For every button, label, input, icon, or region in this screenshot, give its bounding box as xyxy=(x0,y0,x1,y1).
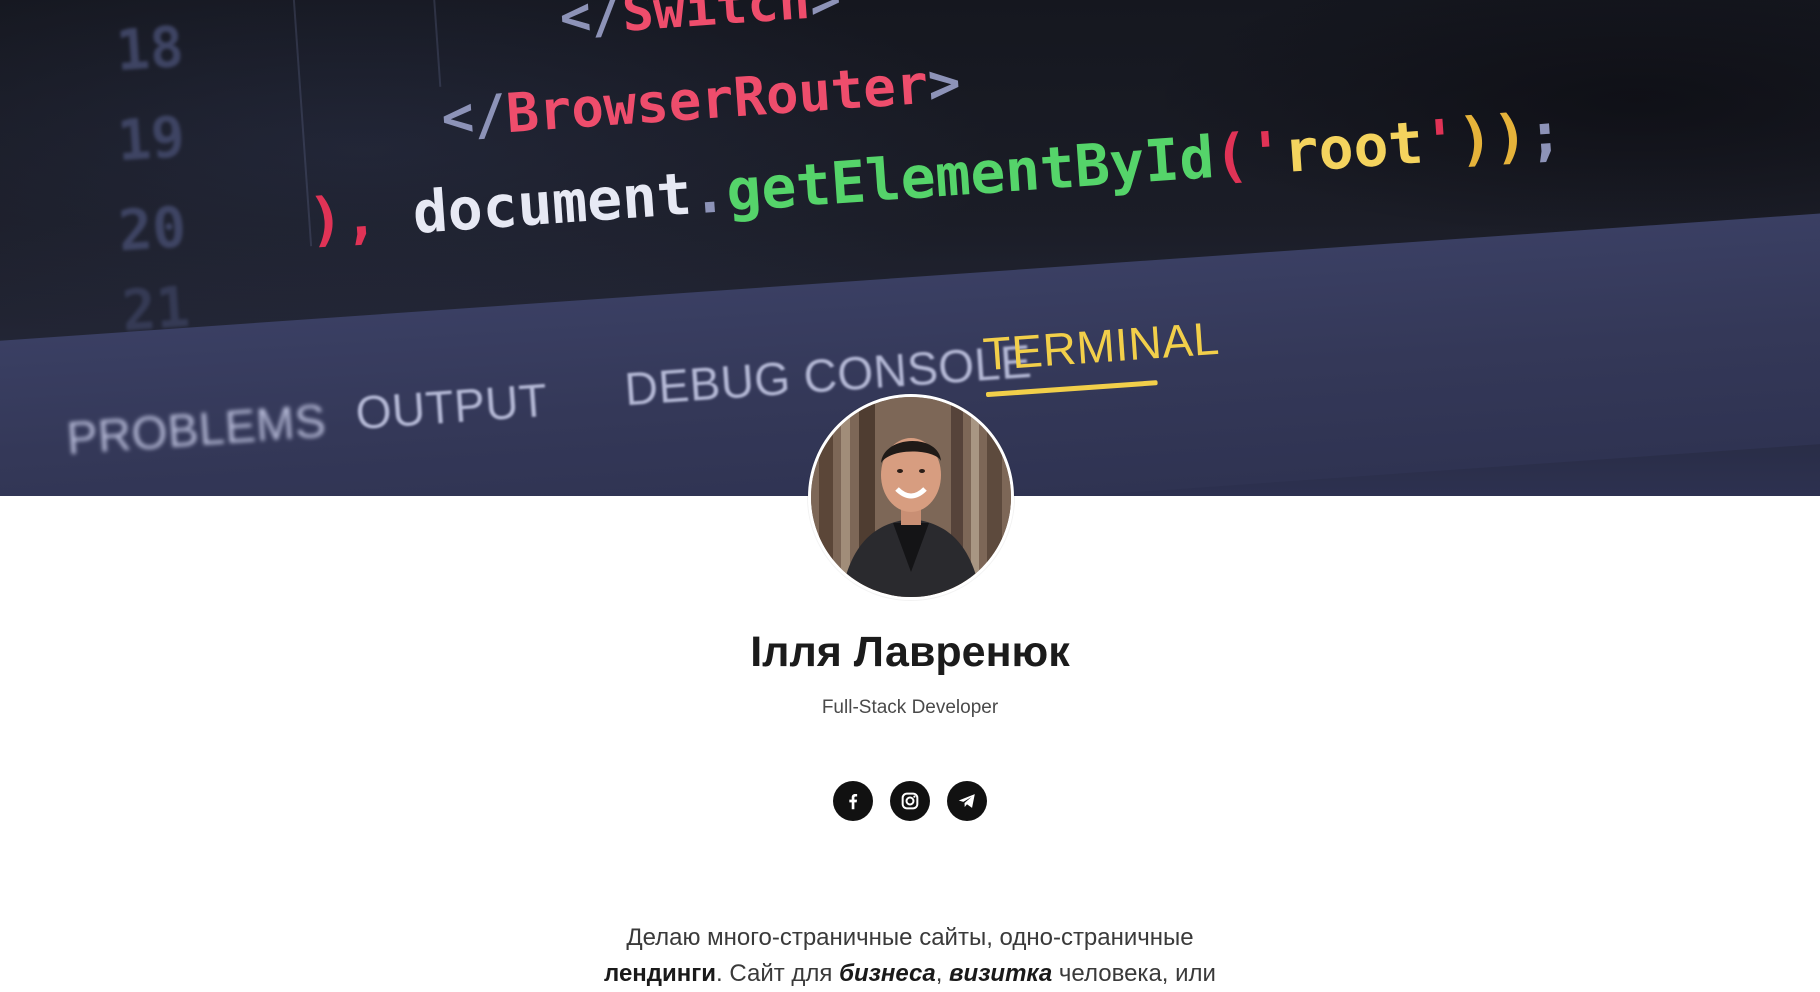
code-token: BrowserRouter xyxy=(504,52,931,146)
instagram-icon xyxy=(901,792,919,810)
profile-name: Ілля Лавренюк xyxy=(750,628,1070,676)
tab-debug-console: DEBUG CONSOLE xyxy=(622,334,1034,416)
code-token: document xyxy=(410,159,694,247)
facebook-icon xyxy=(849,793,858,810)
instagram-link[interactable] xyxy=(890,781,930,821)
line-number: 19 xyxy=(115,104,187,175)
bio-line-1: Делаю много-страничные сайты, одно-стран… xyxy=(626,924,1194,951)
code-token: ), xyxy=(305,179,416,255)
facebook-link[interactable] xyxy=(833,781,873,821)
line-number: 18 xyxy=(113,14,186,85)
telegram-link[interactable] xyxy=(947,781,987,821)
tab-terminal: TERMINAL xyxy=(981,311,1222,381)
tab-problems: PROBLEMS xyxy=(65,394,328,465)
code-token: ; xyxy=(1525,98,1565,169)
avatar-photo xyxy=(811,397,1011,597)
code-token: Switch xyxy=(620,0,812,44)
code-token: getElementById xyxy=(723,123,1217,225)
code-line: </Switch> xyxy=(558,0,843,48)
tab-output: OUTPUT xyxy=(353,373,550,440)
code-token: </ xyxy=(439,82,509,150)
social-links xyxy=(0,781,1820,821)
bio-italic: визитка xyxy=(949,960,1053,987)
bio-text: Делаю много-страничные сайты, одно-стран… xyxy=(0,920,1820,992)
code-token: > xyxy=(808,0,843,31)
code-token: </ xyxy=(557,0,625,49)
code-token: root xyxy=(1281,108,1426,187)
profile-role: Full-Stack Developer xyxy=(821,697,999,718)
bio-bold: лендинги xyxy=(604,960,717,987)
telegram-icon xyxy=(958,794,975,808)
code-token: ' xyxy=(1420,106,1461,177)
code-token: . xyxy=(689,157,729,228)
code-token: > xyxy=(925,50,963,116)
code-token: )) xyxy=(1455,101,1530,174)
bio-text-span: , xyxy=(935,960,950,987)
bio-text-span: человека, или xyxy=(1052,960,1216,987)
bio-line-2: лендинги. Сайт для бизнеса, визитка чело… xyxy=(0,956,1820,992)
code-token: (' xyxy=(1211,118,1287,191)
bio-italic: бизнеса xyxy=(839,960,936,987)
bio-text-span: . Сайт для xyxy=(716,960,840,987)
avatar xyxy=(808,394,1014,600)
indent-guide xyxy=(428,0,442,87)
line-number: 20 xyxy=(116,194,189,265)
code-line: </BrowserRouter> xyxy=(439,51,962,150)
